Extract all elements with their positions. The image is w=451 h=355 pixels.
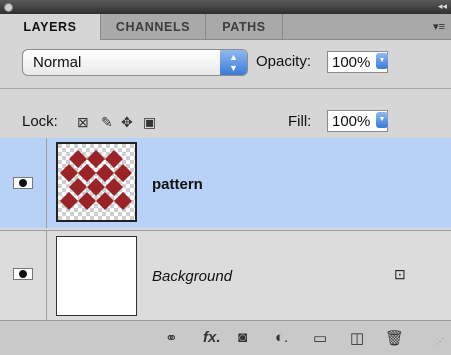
- new-layer-icon[interactable]: ◫: [350, 329, 364, 347]
- blend-mode-stepper-icon[interactable]: ▲ ▼: [220, 50, 247, 75]
- blend-mode-select[interactable]: Normal ▲ ▼: [22, 49, 248, 76]
- layer-name-background[interactable]: Background: [152, 268, 232, 285]
- divider: [0, 88, 451, 89]
- resize-grip-icon[interactable]: ⋰: [436, 337, 444, 346]
- opacity-value: 100%: [332, 54, 371, 71]
- lock-all-icon[interactable]: ▣: [143, 114, 156, 131]
- collapse-panel-icon[interactable]: ◂◂: [438, 1, 447, 12]
- lock-image-pixels-icon[interactable]: ✎: [101, 114, 113, 131]
- layer-row-pattern[interactable]: pattern: [0, 138, 451, 228]
- blend-mode-value: Normal: [33, 54, 82, 71]
- layer-thumbnail-background[interactable]: [56, 236, 137, 316]
- layer-row-background[interactable]: Background ⊡: [0, 230, 451, 320]
- layers-bottom-bar: ⚭ fx. ◙ ◐. ▭ ◫ 🗑 ⋰: [0, 320, 451, 355]
- layer-lock-icon: ⊡: [394, 266, 406, 282]
- lock-label: Lock:: [22, 113, 58, 130]
- lock-transparency-icon[interactable]: ⊠: [77, 114, 89, 131]
- link-layers-icon[interactable]: ⚭: [165, 329, 178, 347]
- panel-tabs: LAYERS CHANNELS PATHS: [0, 14, 451, 40]
- fill-dropdown-icon[interactable]: ▼: [376, 112, 388, 128]
- new-group-icon[interactable]: ▭: [313, 329, 327, 347]
- visibility-cell[interactable]: [0, 231, 47, 320]
- opacity-dropdown-icon[interactable]: ▼: [376, 53, 388, 69]
- add-mask-icon[interactable]: ◙: [238, 329, 247, 346]
- eye-icon[interactable]: [13, 177, 33, 189]
- panel-menu-icon[interactable]: ▾≡: [433, 20, 445, 33]
- trash-icon[interactable]: 🗑: [385, 329, 404, 347]
- tab-paths[interactable]: PATHS: [206, 14, 283, 39]
- layer-thumbnail-pattern[interactable]: [56, 142, 137, 222]
- adjustment-layer-icon[interactable]: ◐.: [275, 329, 288, 346]
- opacity-label: Opacity:: [256, 53, 312, 70]
- fill-label: Fill:: [288, 113, 312, 130]
- eye-icon[interactable]: [13, 268, 33, 280]
- tab-layers[interactable]: LAYERS: [0, 14, 101, 40]
- layer-name-pattern[interactable]: pattern: [152, 176, 203, 193]
- tab-channels[interactable]: CHANNELS: [101, 14, 206, 39]
- fx-icon[interactable]: fx.: [203, 329, 221, 346]
- visibility-cell[interactable]: [0, 138, 47, 228]
- close-panel-icon[interactable]: [4, 3, 13, 12]
- lock-position-icon[interactable]: ✥: [121, 114, 133, 131]
- layers-list: pattern Background ⊡: [0, 138, 451, 320]
- fill-value: 100%: [332, 113, 371, 130]
- pattern-thumbnail-icon: [58, 144, 135, 220]
- panel-titlebar: ◂◂: [0, 0, 451, 14]
